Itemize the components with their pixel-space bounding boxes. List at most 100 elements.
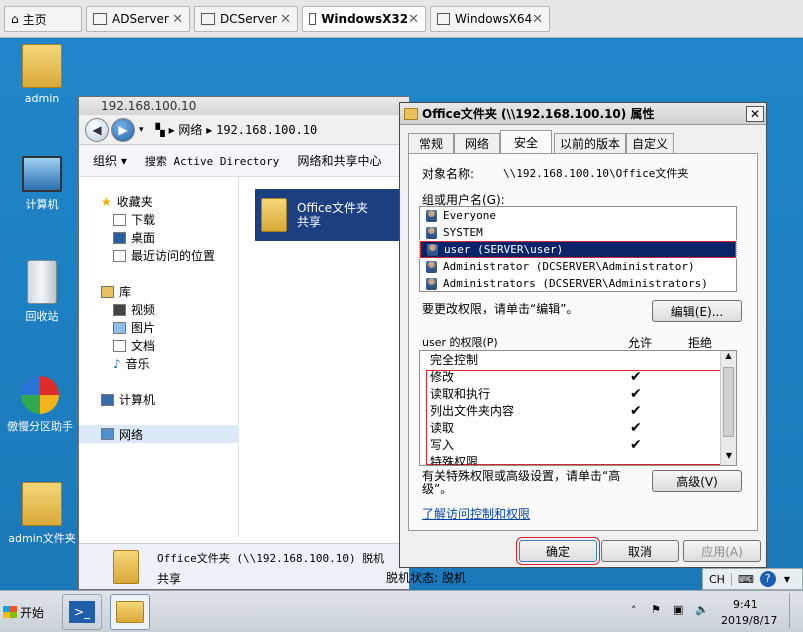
start-button[interactable]: 开始 (3, 598, 51, 626)
star-icon: ★ (101, 194, 112, 209)
navigation-pane: ★ 收藏夹 下载 桌面 最近访问的位置 库 视频 图片 文档 ♪ 音乐 计算机 网络 (79, 177, 239, 537)
tab-windowsx32[interactable]: WindowsX32 ✕ (302, 6, 426, 32)
monitor-icon (93, 13, 107, 25)
tab-custom[interactable]: 自定义 (626, 133, 674, 153)
nav-videos[interactable]: 视频 (113, 301, 155, 318)
search-ad-button[interactable]: 搜索 Active Directory (145, 153, 280, 169)
tab-label: ADServer (112, 12, 169, 26)
deny-column-header: 拒绝 (688, 336, 713, 350)
session-tab-bar: ⌂ 主页 ADServer ✕ DCServer ✕ WindowsX32 ✕ … (0, 0, 803, 38)
close-button[interactable]: ✕ (746, 105, 764, 122)
check-icon: ✔ (630, 436, 642, 453)
show-desktop-button[interactable] (789, 593, 799, 629)
desktop-icon-admin-folder[interactable]: admin文件夹 (2, 482, 82, 546)
apply-button[interactable]: 应用(A) (683, 540, 761, 562)
groups-listbox[interactable]: Everyone SYSTEM user (SERVER\user) Admin… (419, 206, 737, 292)
nav-network[interactable]: 网络 (79, 425, 239, 443)
tab-previous-versions[interactable]: 以前的版本 (554, 133, 626, 153)
share-item-type: 共享 (297, 215, 322, 229)
keyboard-icon[interactable]: ⌨ (732, 573, 760, 586)
scroll-thumb[interactable] (723, 367, 734, 437)
permission-name: 列出文件夹内容 (430, 404, 515, 418)
share-item-office[interactable]: Office文件夹 共享 (255, 189, 401, 241)
button-label: 确定 (545, 544, 570, 559)
nav-computer[interactable]: 计算机 (101, 391, 155, 408)
desktop-icon-computer[interactable]: 计算机 (2, 156, 82, 212)
group-item[interactable]: Administrator (DCSERVER\Administrator) (420, 258, 736, 275)
nav-libraries[interactable]: 库 (101, 283, 131, 300)
explorer-window: 192.168.100.10 ◀ ▶ ▾ ▚ ▸ 网络 ▸ 192.168.10… (78, 96, 410, 590)
tab-general[interactable]: 常规 (408, 133, 454, 153)
nav-desktop[interactable]: 桌面 (113, 229, 155, 246)
advanced-button[interactable]: 高级(V) (652, 470, 742, 492)
breadcrumb[interactable]: ▚ ▸ 网络 ▸ 192.168.100.10 (156, 121, 318, 138)
close-icon[interactable]: ✕ (408, 12, 419, 27)
desktop-icon-recycle-bin[interactable]: 回收站 (2, 260, 82, 324)
organize-button[interactable]: 组织 ▾ (93, 152, 127, 169)
help-icon[interactable]: ? (759, 571, 776, 587)
network-status-icon[interactable]: ▣ (673, 603, 683, 616)
volume-icon[interactable]: 🔈 (695, 603, 709, 616)
nav-downloads[interactable]: 下载 (113, 211, 155, 228)
taskbar-powershell[interactable]: >_ (62, 594, 102, 630)
close-icon[interactable]: ✕ (280, 12, 291, 27)
nav-recent-places[interactable]: 最近访问的位置 (113, 247, 215, 264)
taskbar-explorer[interactable] (110, 594, 150, 630)
taskbar: 开始 >_ ˄ ⚑ ▣ 🔈 9:41 2019/8/17 (0, 590, 803, 632)
tab-network[interactable]: 网络 (454, 133, 500, 153)
tab-home[interactable]: ⌂ 主页 (4, 6, 82, 32)
scroll-down-icon[interactable]: ▼ (721, 451, 736, 465)
permission-name: 特殊权限 (430, 455, 479, 466)
close-icon[interactable]: ✕ (172, 12, 183, 27)
windows-logo-icon (3, 606, 17, 618)
desktop-icon-admin[interactable]: admin (2, 44, 82, 105)
group-name: Everyone (443, 209, 496, 222)
chevron-down-icon[interactable]: ▾ (139, 125, 144, 135)
close-icon[interactable]: ✕ (532, 12, 543, 27)
back-button[interactable]: ◀ (85, 117, 109, 142)
edit-button[interactable]: 编辑(E)... (652, 300, 742, 322)
input-language[interactable]: CH (703, 572, 732, 586)
desktop-icon-partition-assistant[interactable]: 傲慢分区助手 (0, 376, 80, 434)
tab-dcserver[interactable]: DCServer ✕ (194, 6, 298, 32)
chevron-up-icon[interactable]: ˄ (631, 604, 637, 617)
nav-pictures[interactable]: 图片 (113, 319, 155, 336)
clock-date[interactable]: 2019/8/17 (721, 614, 777, 627)
permission-name: 写入 (430, 438, 455, 452)
cancel-button[interactable]: 取消 (601, 540, 679, 562)
clock-time[interactable]: 9:41 (733, 598, 758, 611)
button-label: 高级(V) (676, 474, 718, 489)
permission-row: 写入 ✔ (420, 436, 736, 453)
action-center-icon[interactable]: ⚑ (651, 603, 661, 616)
tab-adserver[interactable]: ADServer ✕ (86, 6, 190, 32)
desktop-icon-label: 傲慢分区助手 (7, 420, 73, 433)
group-item[interactable]: Everyone (420, 207, 736, 224)
scroll-up-icon[interactable]: ▲ (721, 351, 736, 365)
access-control-help-link[interactable]: 了解访问控制和权限 (422, 505, 530, 522)
nav-music[interactable]: ♪ 音乐 (113, 355, 150, 372)
network-sharing-center-button[interactable]: 网络和共享中心 (297, 152, 381, 169)
nav-documents[interactable]: 文档 (113, 337, 155, 354)
check-icon: ✔ (630, 368, 642, 385)
system-tray: ˄ ⚑ ▣ 🔈 9:41 2019/8/17 (625, 593, 801, 631)
scrollbar[interactable]: ▲ ▼ (720, 351, 736, 465)
group-item[interactable]: SYSTEM (420, 224, 736, 241)
nav-favorites[interactable]: ★ 收藏夹 (101, 193, 153, 210)
group-item-selected[interactable]: user (SERVER\user) (419, 240, 737, 259)
button-label: 取消 (627, 544, 652, 559)
breadcrumb-item[interactable]: 网络 (178, 123, 202, 137)
tab-label: WindowsX32 (321, 12, 409, 26)
group-name: user (SERVER\user) (444, 243, 564, 256)
forward-button[interactable]: ▶ (111, 117, 135, 142)
tab-windowsx64[interactable]: WindowsX64 ✕ (430, 6, 550, 32)
ok-button[interactable]: 确定 (516, 537, 600, 565)
chevron-down-icon[interactable]: ▼ (784, 575, 790, 584)
tab-security[interactable]: 安全 (500, 130, 552, 154)
language-bar: CH ⌨ ? ▼ (702, 568, 803, 590)
user-icon (427, 243, 438, 256)
group-item[interactable]: Administrators (DCSERVER\Administrators) (420, 275, 736, 292)
monitor-icon (309, 13, 317, 25)
window-title: 192.168.100.10 (101, 99, 197, 113)
breadcrumb-item[interactable]: 192.168.100.10 (216, 123, 317, 137)
folder-icon (22, 482, 62, 526)
